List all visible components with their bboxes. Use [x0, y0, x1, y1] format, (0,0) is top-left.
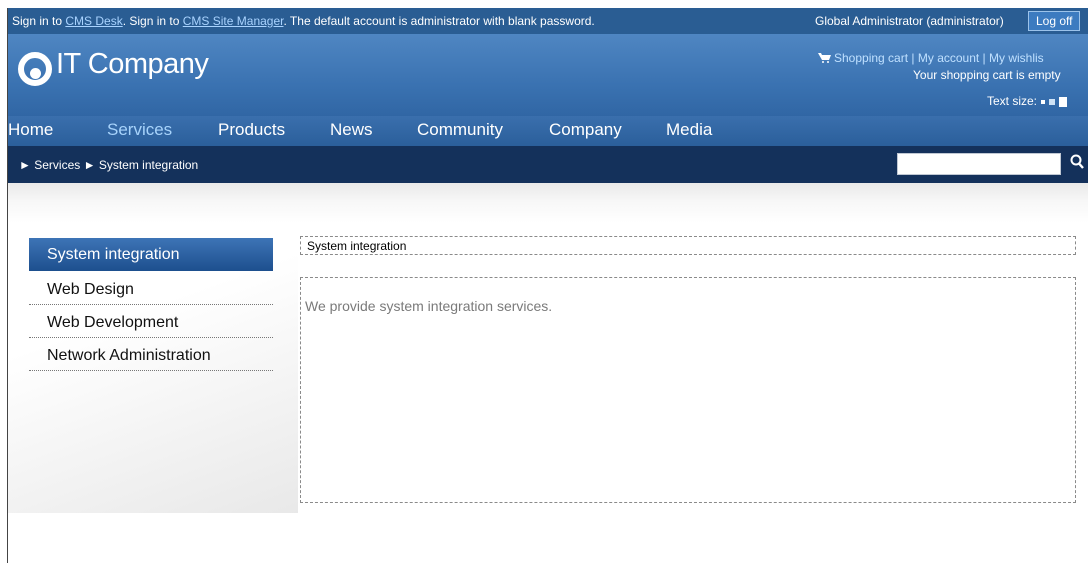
text-size-large-button[interactable]	[1059, 96, 1068, 107]
page-title-zone: System integration	[300, 236, 1076, 255]
cms-desk-link[interactable]: CMS Desk	[65, 14, 122, 28]
nav-item-services[interactable]: Services	[107, 120, 172, 140]
site-logo-text[interactable]: IT Company	[56, 48, 209, 81]
shopping-cart-icon[interactable]	[818, 53, 831, 63]
nav-item-company[interactable]: Company	[549, 120, 622, 140]
text-size-control: Text size:	[987, 94, 1068, 108]
site-header: IT Company Shopping cart | My account | …	[8, 34, 1088, 127]
nav-item-products[interactable]: Products	[218, 120, 285, 140]
my-account-link[interactable]: My account	[918, 51, 979, 65]
admin-info-bar: Sign in to CMS Desk. Sign in to CMS Site…	[8, 8, 1088, 34]
sidebar-item-network-administration[interactable]: Network Administration	[29, 338, 273, 371]
shopping-cart-link[interactable]: Shopping cart	[834, 51, 908, 65]
nav-item-media[interactable]: Media	[666, 120, 712, 140]
link-separator: |	[979, 51, 990, 65]
main-navigation: Home Services Products News Community Co…	[8, 116, 1088, 146]
breadcrumb-arrow-icon: ►	[19, 158, 31, 172]
cms-site-manager-link[interactable]: CMS Site Manager	[183, 14, 284, 28]
logo-icon-dot	[30, 68, 41, 79]
nav-item-community[interactable]: Community	[417, 120, 503, 140]
page-body-text: We provide system integration services.	[305, 298, 553, 314]
breadcrumb: ► Services ► System integration	[19, 158, 198, 172]
page-title: System integration	[307, 239, 407, 253]
breadcrumb-bar: ► Services ► System integration	[8, 146, 1088, 183]
sidebar-menu: System integration Web Design Web Develo…	[29, 238, 273, 371]
text-size-label: Text size:	[987, 94, 1038, 108]
search-input[interactable]	[897, 153, 1061, 175]
page: Sign in to CMS Desk. Sign in to CMS Site…	[8, 8, 1088, 563]
sidebar-item-system-integration[interactable]: System integration	[29, 238, 273, 271]
sidebar-item-web-development[interactable]: Web Development	[29, 305, 273, 338]
text-size-small-button[interactable]	[1041, 99, 1046, 104]
link-separator: |	[908, 51, 918, 65]
breadcrumb-item-services[interactable]: Services	[34, 158, 80, 172]
search-icon[interactable]	[1070, 154, 1084, 170]
current-user-label: Global Administrator (administrator)	[815, 14, 1004, 28]
content-area: System integration Web Design Web Develo…	[8, 183, 1088, 563]
sign-in-middle: . Sign in to	[122, 14, 183, 28]
sign-in-prefix: Sign in to	[12, 14, 66, 28]
sign-in-message: Sign in to CMS Desk. Sign in to CMS Site…	[12, 14, 595, 28]
breadcrumb-arrow-icon: ►	[83, 158, 96, 172]
page-text-zone: We provide system integration services.	[300, 277, 1076, 503]
sidebar-item-web-design[interactable]: Web Design	[29, 272, 273, 305]
shopping-links: Shopping cart | My account | My wishlis	[818, 51, 1044, 65]
cart-status: Your shopping cart is empty	[913, 68, 1061, 82]
breadcrumb-item-current: System integration	[98, 158, 199, 172]
text-size-medium-button[interactable]	[1049, 98, 1056, 105]
my-wishlist-link[interactable]: My wishlis	[989, 51, 1044, 65]
nav-item-news[interactable]: News	[330, 120, 373, 140]
log-off-button[interactable]: Log off	[1028, 11, 1081, 31]
nav-item-home[interactable]: Home	[8, 120, 53, 140]
sign-in-suffix: . The default account is administrator w…	[283, 14, 595, 28]
